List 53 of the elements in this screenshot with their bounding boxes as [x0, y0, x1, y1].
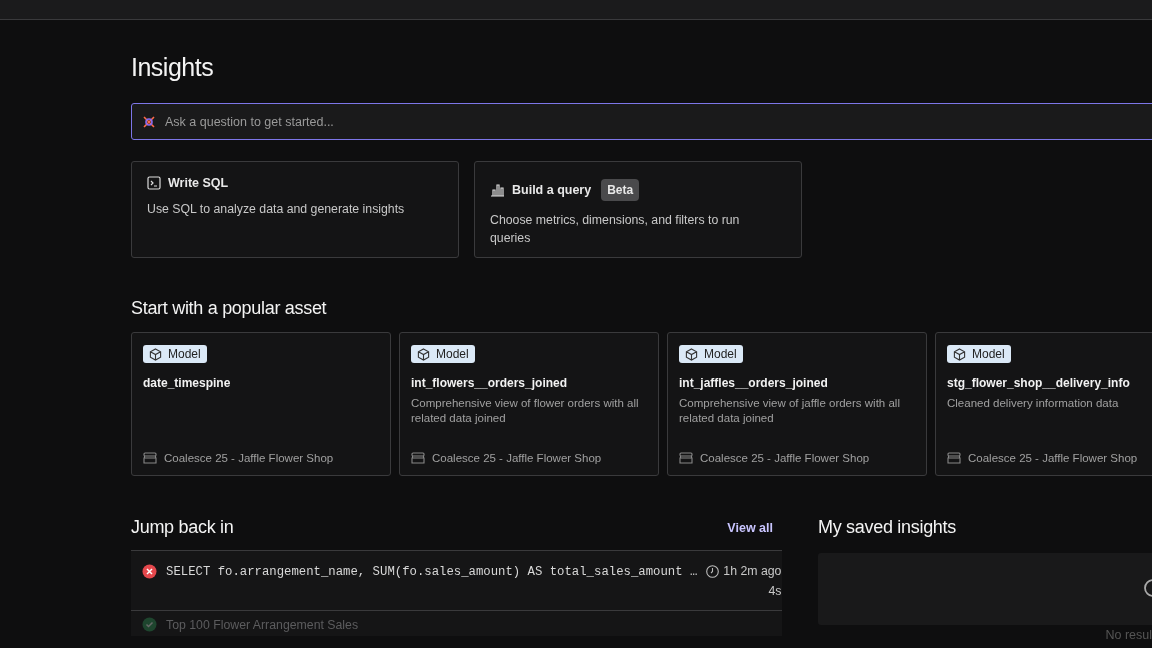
- terminal-icon: [147, 176, 161, 190]
- badge-label: Model: [168, 347, 201, 361]
- asset-card[interactable]: Model stg_flower_shop__delivery_info Cleaned delivery information data Coalesce 25 - Jaffle Flower Shop: [935, 332, 1152, 476]
- query-text: SELECT fo.arrangement_name, SUM(fo.sales_amount) AS total_sales_amount …: [166, 564, 698, 581]
- asset-name: date_timespine: [143, 376, 232, 390]
- database-icon: [679, 452, 693, 464]
- asset-card[interactable]: Model int_flowers__orders_joined Comprehensive view of flower orders with all related data joined Coalesce 25 - Jaffle Flower Shop: [399, 332, 659, 476]
- asset-name: int_flowers__orders_joined: [411, 376, 569, 390]
- project-name: Coalesce 25 - Jaffle Flower Shop: [968, 452, 1138, 464]
- card-description: Use SQL to analyze data and generate insights: [147, 201, 406, 218]
- empty-state-text: No resul: [1105, 628, 1152, 642]
- project-name: Coalesce 25 - Jaffle Flower Shop: [432, 452, 602, 464]
- history-row[interactable]: SELECT fo.arrangement_name, SUM(fo.sales_amount) AS total_sales_amount … 1h 2m ago 4s: [131, 551, 782, 611]
- beta-badge: Beta: [601, 179, 640, 201]
- project-name: Coalesce 25 - Jaffle Flower Shop: [700, 452, 870, 464]
- cube-icon: [417, 347, 430, 361]
- action-card[interactable]: Write SQL Use SQL to analyze data and generate insights: [131, 161, 459, 258]
- clock-icon: [706, 564, 720, 578]
- asset-description: Comprehensive view of flower orders with all related data joined: [411, 396, 640, 426]
- run-duration: 4s: [768, 584, 782, 598]
- card-title: Write SQL: [168, 176, 229, 190]
- error-icon: [142, 564, 157, 579]
- asset-card[interactable]: Model int_jaffles__orders_joined Comprehensive view of jaffle orders with all related data joined Coalesce 25 - Jaffle Flower Shop: [667, 332, 927, 476]
- ask-input[interactable]: Ask a question to get started...: [163, 113, 1152, 130]
- view-all-link[interactable]: View all: [727, 520, 773, 535]
- ask-field[interactable]: Ask a question to get started...: [131, 103, 1152, 140]
- asset-card[interactable]: Model date_timespine Coalesce 25 - Jaffle Flower Shop: [131, 332, 391, 476]
- section-title: Start with a popular asset: [131, 298, 328, 319]
- database-icon: [143, 452, 157, 464]
- cube-icon: [953, 347, 966, 361]
- section-title: My saved insights: [818, 517, 957, 538]
- card-title: Build a query: [512, 183, 592, 197]
- query-text: Top 100 Flower Arrangement Sales: [166, 617, 360, 632]
- cube-icon: [685, 347, 698, 361]
- logo-icon: [142, 114, 156, 129]
- badge-label: Model: [972, 347, 1005, 361]
- asset-name: stg_flower_shop__delivery_info: [947, 376, 1131, 390]
- database-icon: [411, 452, 425, 464]
- page-title: Insights: [131, 53, 215, 82]
- badge-label: Model: [704, 347, 737, 361]
- asset-description: Comprehensive view of jaffle orders with all related data joined: [679, 396, 901, 426]
- asset-name: int_jaffles__orders_joined: [679, 376, 829, 390]
- action-card[interactable]: Build a query Beta Choose metrics, dimensions, and filters to run queries: [474, 161, 802, 258]
- card-description: Choose metrics, dimensions, and filters to run queries: [490, 212, 741, 247]
- run-time: 1h 2m ago: [723, 564, 782, 578]
- cube-icon: [149, 347, 162, 361]
- success-icon: [142, 617, 157, 632]
- database-icon: [947, 452, 961, 464]
- project-name: Coalesce 25 - Jaffle Flower Shop: [164, 452, 334, 464]
- badge-label: Model: [436, 347, 469, 361]
- asset-description: Cleaned delivery information data: [947, 396, 1120, 411]
- bar-chart-icon: [490, 183, 505, 197]
- section-title: Jump back in: [131, 517, 234, 538]
